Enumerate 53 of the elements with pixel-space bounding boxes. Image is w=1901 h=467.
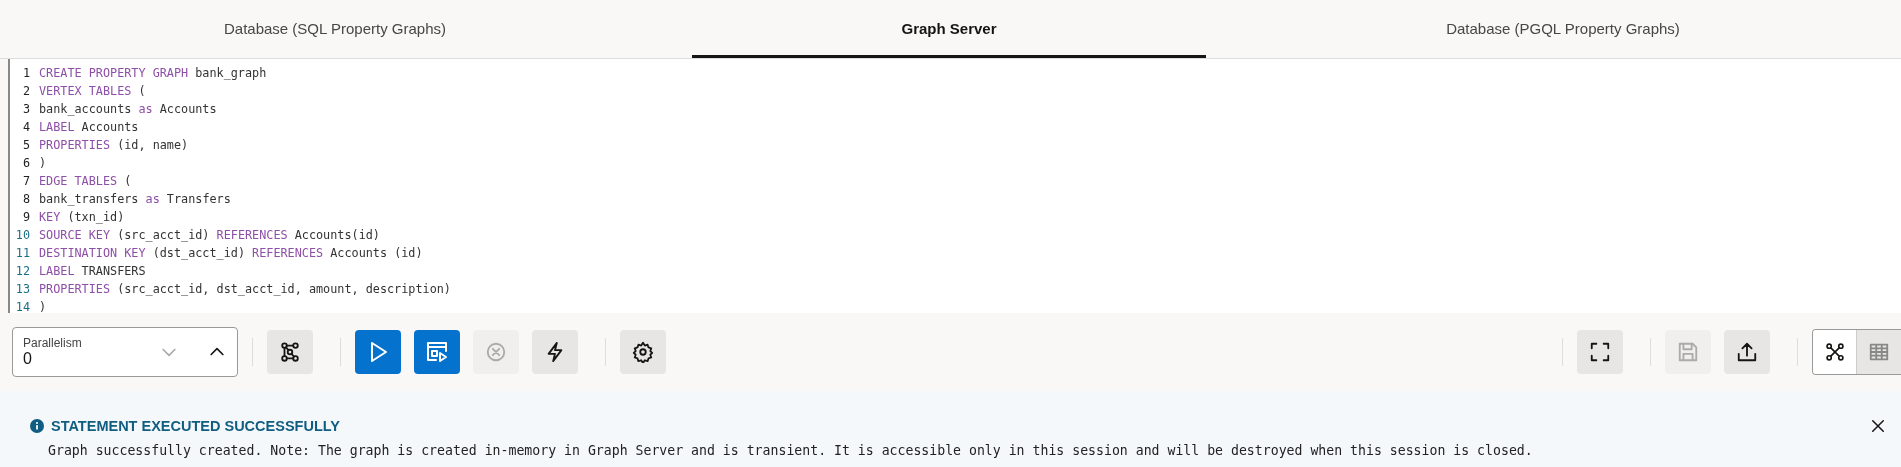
line-number: 12 — [14, 264, 31, 278]
line-number: 13 — [14, 282, 31, 296]
line-number: 5 — [21, 138, 31, 152]
code-line: DESTINATION KEY (dst_acct_id) REFERENCES Accounts (id) — [39, 246, 423, 260]
fullscreen-icon — [1589, 341, 1611, 363]
tab[interactable]: Database (PGQL Property Graphs) — [1306, 0, 1820, 58]
line-number: 4 — [21, 120, 31, 134]
code-line: PROPERTIES (id, name) — [39, 138, 189, 152]
upload-button[interactable] — [1724, 330, 1770, 374]
line-number: 10 — [14, 228, 31, 242]
message-text: Graph successfully created. Note: The graph is created in-memory in Graph Server and is transient. It is accessible only in this session and will be destroyed when this session is closed. — [48, 443, 1534, 458]
run-script-button[interactable] — [414, 330, 460, 374]
line-number: 11 — [14, 246, 31, 260]
code-line: SOURCE KEY (src_acct_id) REFERENCES Accounts(id) — [39, 228, 380, 242]
bolt-button[interactable] — [532, 330, 578, 374]
message-title: STATEMENT EXECUTED SUCCESSFULLY — [51, 418, 340, 434]
script-play-icon — [425, 340, 449, 364]
line-number: 6 — [21, 156, 31, 170]
settings-icon — [632, 341, 654, 363]
code-line: ) — [39, 156, 47, 170]
code-line: KEY (txn_id) — [39, 210, 125, 224]
line-number: 3 — [21, 102, 31, 116]
line-number: 1 — [21, 66, 31, 80]
line-number: 2 — [21, 84, 31, 98]
table-icon — [1868, 341, 1890, 363]
graph-nodes-icon — [1824, 342, 1845, 362]
graph-button[interactable] — [267, 330, 313, 374]
cancel-icon — [485, 341, 507, 363]
line-number: 7 — [21, 174, 31, 188]
code-line: LABEL Accounts — [39, 120, 139, 134]
code-line: bank_transfers as Transfers — [39, 192, 231, 206]
line-number: 14 — [14, 300, 31, 314]
code-line: ) — [39, 300, 47, 314]
line-number: 8 — [21, 192, 31, 206]
graph-view-button[interactable] — [1813, 330, 1857, 374]
fullscreen-button[interactable] — [1577, 330, 1623, 374]
code-line: VERTEX TABLES ( — [39, 84, 146, 98]
settings-button[interactable] — [620, 330, 666, 374]
line-number: 9 — [21, 210, 31, 224]
field-value: 0 — [23, 350, 33, 368]
code-line: bank_accounts as Accounts — [39, 102, 217, 116]
run-button[interactable] — [355, 330, 401, 374]
upload-icon — [1736, 341, 1758, 363]
parallelism-field[interactable]: Parallelism 0 — [12, 327, 238, 377]
code-line: PROPERTIES (src_acct_id, dst_acct_id, amount, description) — [39, 282, 451, 296]
graph-nodes-icon — [279, 341, 301, 363]
close-button[interactable] — [1869, 417, 1887, 435]
tab[interactable]: Database (SQL Property Graphs) — [78, 0, 592, 58]
code-line: EDGE TABLES ( — [39, 174, 132, 188]
info-icon — [30, 419, 44, 433]
field-label: Parallelism — [23, 336, 83, 350]
code-line: LABEL TRANSFERS — [39, 264, 146, 278]
code-line: CREATE PROPERTY GRAPH bank_graph — [39, 66, 267, 80]
